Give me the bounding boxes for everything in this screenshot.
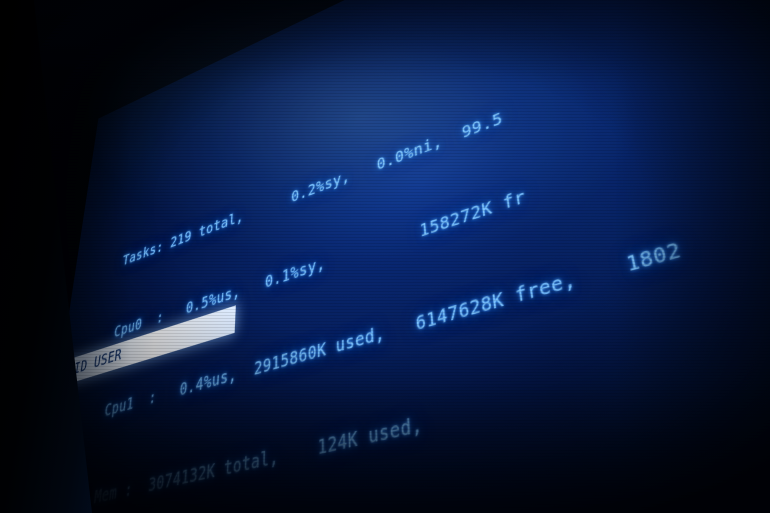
table-column-header-left[interactable]: PID USER	[53, 305, 236, 388]
display-panel-perspective: Tasks: 219 total, 0.2%sy, 0.0%ni, 99.5 C…	[0, 0, 770, 513]
terminal-screen: Tasks: 219 total, 0.2%sy, 0.0%ni, 99.5 C…	[0, 0, 770, 513]
time-command-header-wrap: TIME+ COMMAND	[578, 0, 770, 11]
top-output: Tasks: 219 total, 0.2%sy, 0.0%ni, 99.5 C…	[0, 0, 770, 166]
monitor-photo-stage: Tasks: 219 total, 0.2%sy, 0.0%ni, 99.5 C…	[0, 0, 770, 513]
